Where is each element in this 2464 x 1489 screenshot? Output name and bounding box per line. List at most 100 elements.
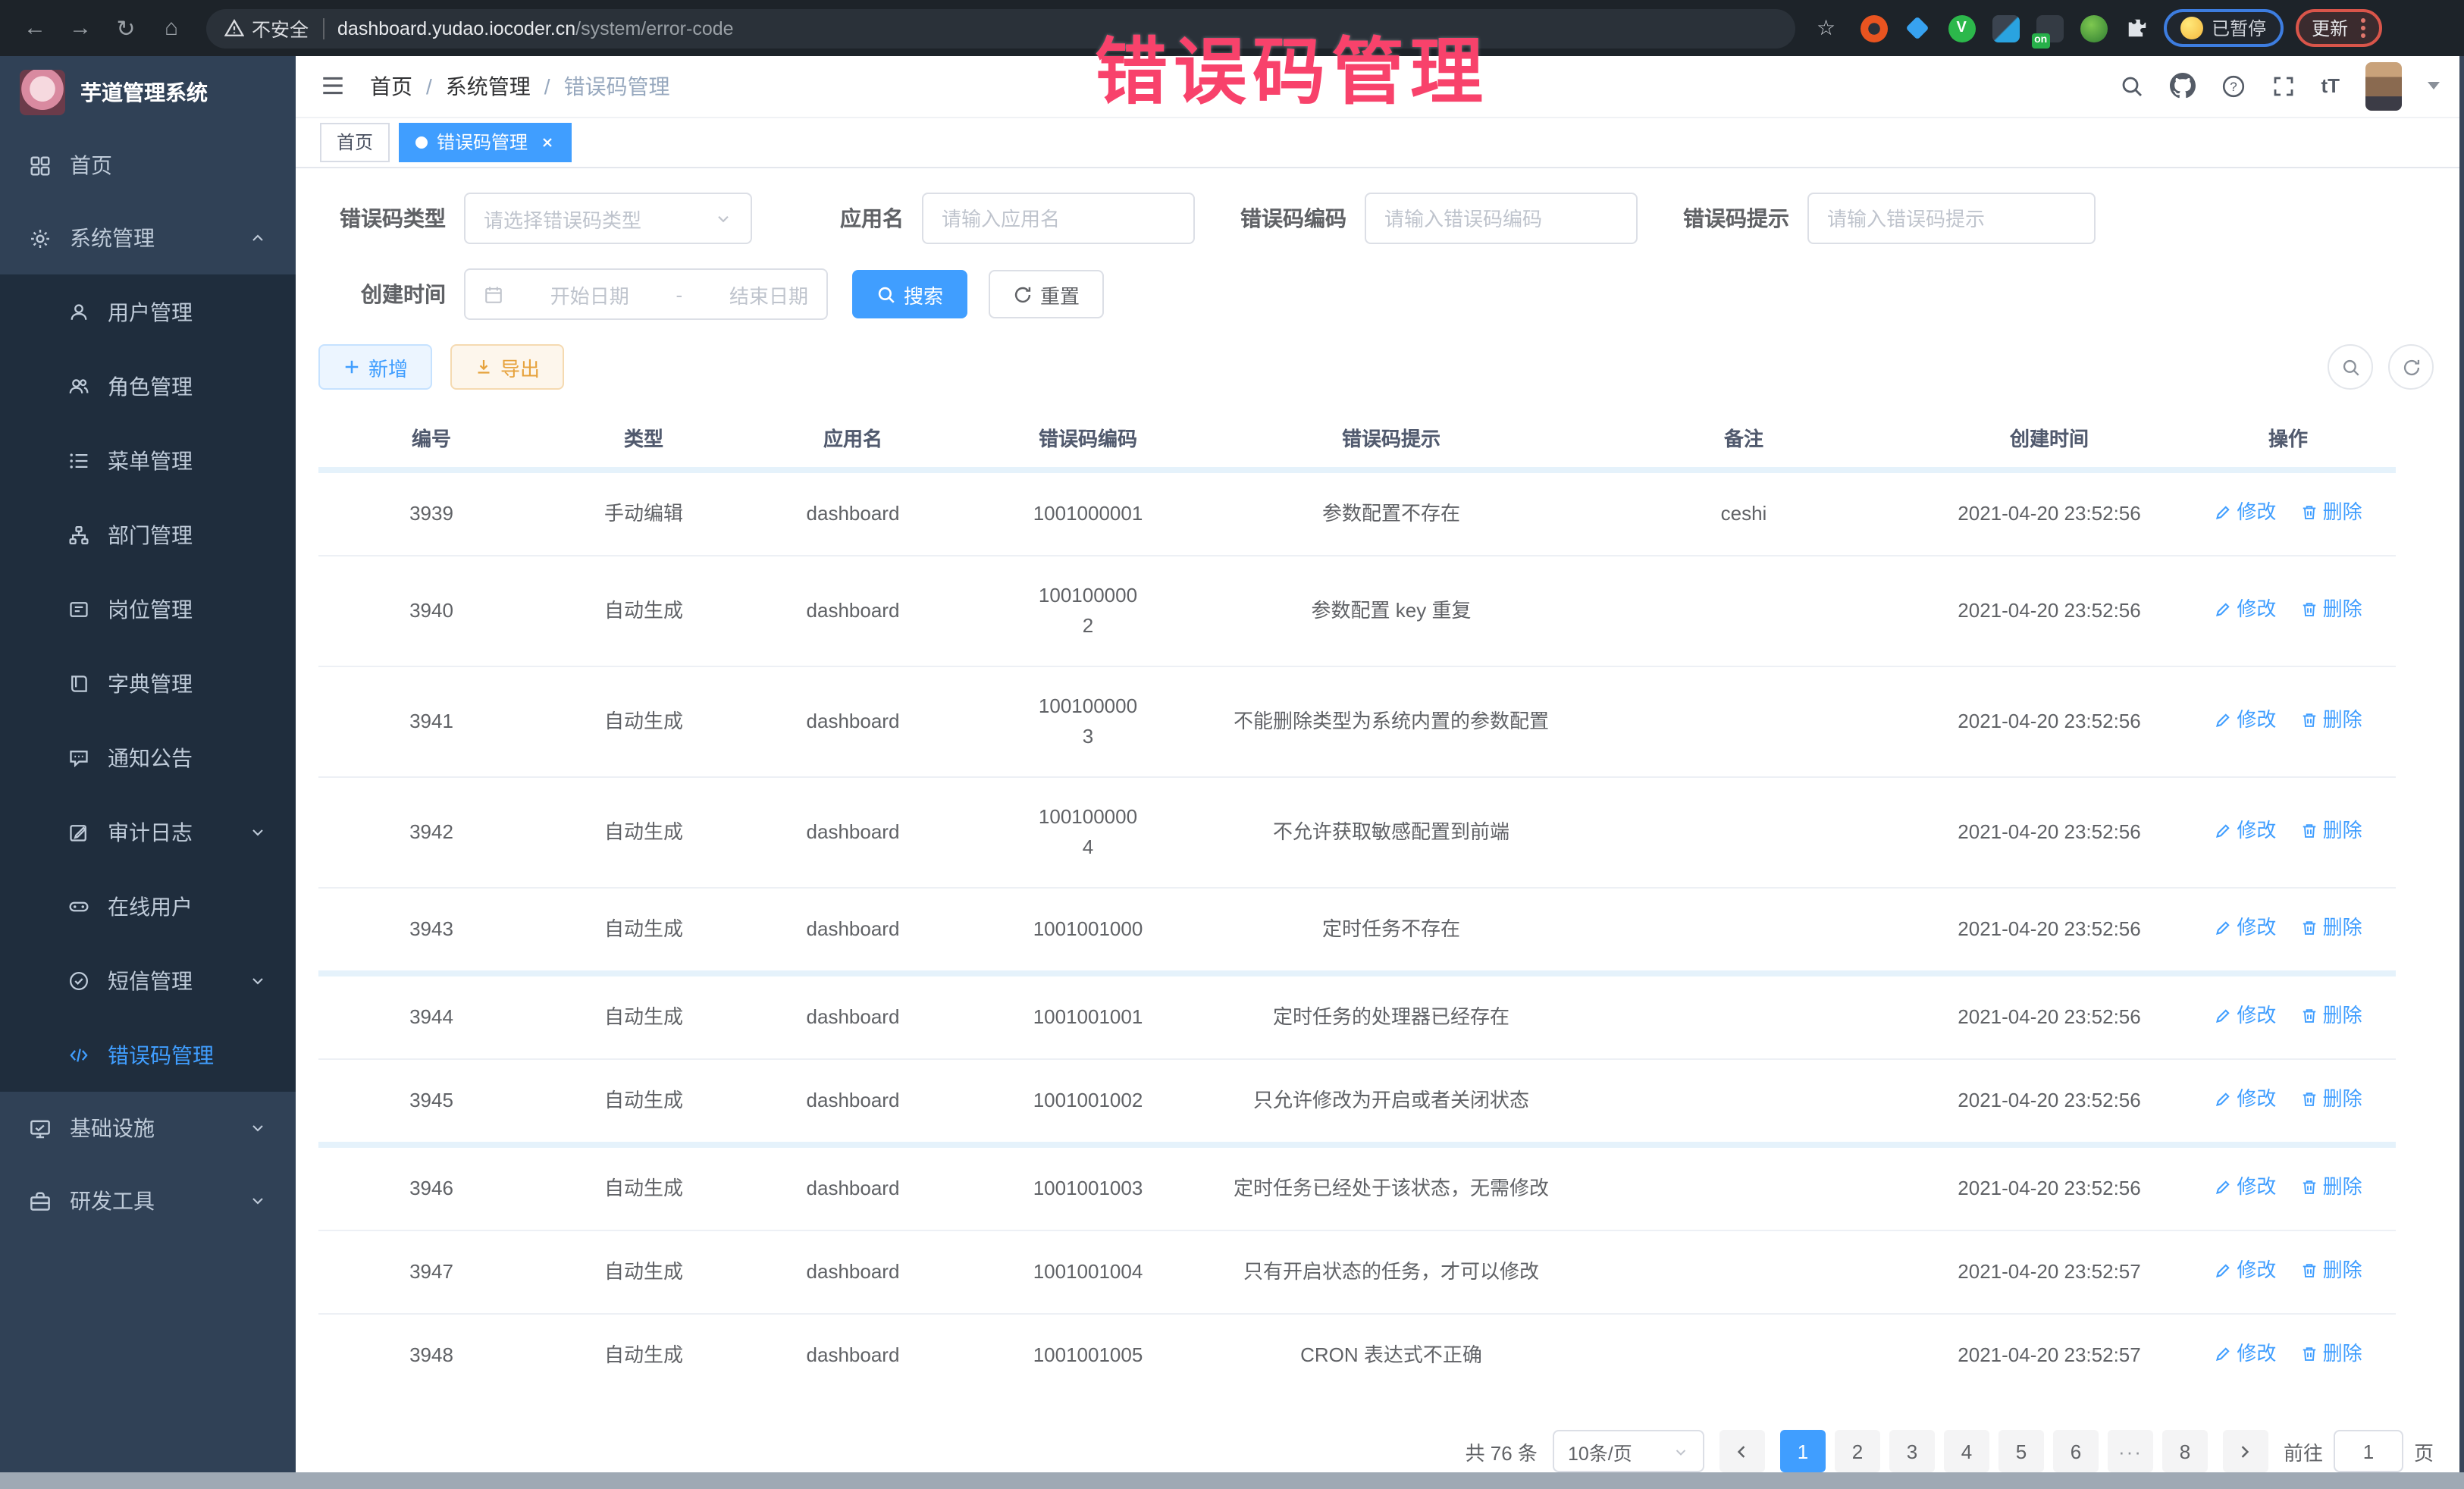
extension-green-circle-icon[interactable]: V <box>1948 14 1975 42</box>
edit-link[interactable]: 修改 <box>2214 1255 2276 1286</box>
error-code-table: 编号 类型 应用名 错误码编码 错误码提示 备注 创建时间 操作 3939 手动… <box>318 408 2396 1397</box>
sidebar-item-audit-log[interactable]: 审计日志 <box>0 795 296 869</box>
edit-link[interactable]: 修改 <box>2214 1084 2276 1114</box>
trash-icon <box>2300 1178 2318 1196</box>
trash-icon <box>2300 503 2318 522</box>
security-chip[interactable]: 不安全 <box>224 14 309 42</box>
extensions-puzzle-icon[interactable] <box>2124 14 2151 42</box>
tab-home[interactable]: 首页 <box>320 123 390 162</box>
user-avatar[interactable] <box>2365 62 2402 111</box>
github-icon[interactable] <box>2169 74 2195 99</box>
sidebar-item-notice[interactable]: 通知公告 <box>0 720 296 795</box>
address-bar[interactable]: 不安全 dashboard.yudao.iocoder.cn/system/er… <box>206 8 1795 48</box>
help-icon[interactable]: ? <box>2221 74 2245 99</box>
font-size-icon[interactable]: tT <box>2321 75 2340 98</box>
delete-link[interactable]: 删除 <box>2300 816 2362 846</box>
show-search-toggle-icon[interactable] <box>2328 344 2373 390</box>
browser-back-icon[interactable]: ← <box>15 8 55 48</box>
error-msg-input[interactable] <box>1807 193 2096 244</box>
sidebar-item-menus[interactable]: 菜单管理 <box>0 423 296 497</box>
edit-link[interactable]: 修改 <box>2214 1172 2276 1202</box>
browser-home-icon[interactable]: ⌂ <box>152 8 191 48</box>
edit-link[interactable]: 修改 <box>2214 1001 2276 1031</box>
sidebar-item-online-users[interactable]: 在线用户 <box>0 869 296 943</box>
jump-page-input[interactable] <box>2334 1430 2403 1472</box>
profile-paused-badge[interactable]: 已暂停 <box>2163 9 2283 47</box>
refresh-table-icon[interactable] <box>2388 344 2434 390</box>
edit-link[interactable]: 修改 <box>2214 1339 2276 1369</box>
sidebar-item-system[interactable]: 系统管理 <box>0 202 296 274</box>
cell-type: 自动生成 <box>544 666 743 777</box>
sidebar-item-posts[interactable]: 岗位管理 <box>0 572 296 646</box>
pager-page-5[interactable]: 5 <box>1998 1430 2044 1472</box>
sidebar-item-sms[interactable]: 短信管理 <box>0 943 296 1017</box>
sidebar-item-devtools[interactable]: 研发工具 <box>0 1165 296 1237</box>
delete-link[interactable]: 删除 <box>2300 1255 2362 1286</box>
edit-link[interactable]: 修改 <box>2214 913 2276 943</box>
total-count: 共 76 条 <box>1466 1437 1538 1465</box>
edit-link[interactable]: 修改 <box>2214 497 2276 528</box>
delete-link[interactable]: 删除 <box>2300 497 2362 528</box>
window-right-edge <box>2459 56 2464 1472</box>
browser-reload-icon[interactable]: ↻ <box>106 8 146 48</box>
user-icon <box>68 301 89 322</box>
delete-link[interactable]: 删除 <box>2300 594 2362 625</box>
delete-link[interactable]: 删除 <box>2300 1001 2362 1031</box>
sidebar-toggle-icon[interactable] <box>320 74 346 99</box>
search-button[interactable]: 搜索 <box>852 270 967 318</box>
browser-update-button[interactable]: 更新 <box>2295 9 2381 47</box>
reset-button[interactable]: 重置 <box>989 270 1104 318</box>
delete-link[interactable]: 删除 <box>2300 1084 2362 1114</box>
fullscreen-icon[interactable] <box>2271 74 2295 99</box>
delete-link[interactable]: 删除 <box>2300 1172 2362 1202</box>
browser-forward-icon[interactable]: → <box>61 8 100 48</box>
delete-link[interactable]: 删除 <box>2300 1339 2362 1369</box>
extension-orange-ring-icon[interactable] <box>1860 14 1887 42</box>
extension-green-leaf-icon[interactable] <box>2080 14 2107 42</box>
pager-ellipsis[interactable]: ··· <box>2108 1430 2153 1472</box>
sidebar: 芋道管理系统 首页 系统管理 用户管理 角色管理 <box>0 56 296 1472</box>
tab-error-code[interactable]: 错误码管理 <box>399 123 572 162</box>
extension-blue-gem-icon[interactable] <box>1904 14 1931 42</box>
edit-link[interactable]: 修改 <box>2214 816 2276 846</box>
search-icon[interactable] <box>2119 74 2143 99</box>
bookmark-star-icon[interactable]: ☆ <box>1817 15 1835 41</box>
add-button[interactable]: 新增 <box>318 344 432 390</box>
edit-link[interactable]: 修改 <box>2214 594 2276 625</box>
pager-prev-button[interactable] <box>1719 1430 1765 1472</box>
edit-link[interactable]: 修改 <box>2214 705 2276 735</box>
pager-page-2[interactable]: 2 <box>1835 1430 1880 1472</box>
pager-page-8[interactable]: 8 <box>2162 1430 2208 1472</box>
pager-page-4[interactable]: 4 <box>1944 1430 1989 1472</box>
trash-icon <box>2300 600 2318 619</box>
browser-menu-icon[interactable] <box>2360 18 2365 38</box>
app-name-input[interactable] <box>922 193 1195 244</box>
delete-link[interactable]: 删除 <box>2300 913 2362 943</box>
system-submenu: 用户管理 角色管理 菜单管理 部门管理 岗位管理 <box>0 274 296 1092</box>
error-code-input[interactable] <box>1365 193 1638 244</box>
sidebar-item-dict[interactable]: 字典管理 <box>0 646 296 720</box>
sidebar-item-home[interactable]: 首页 <box>0 129 296 202</box>
pager-next-button[interactable] <box>2223 1430 2268 1472</box>
tab-close-icon[interactable] <box>540 135 555 150</box>
pager-page-6[interactable]: 6 <box>2053 1430 2099 1472</box>
error-type-select[interactable]: 请选择错误码类型 <box>464 193 752 244</box>
page-size-select[interactable]: 10条/页 <box>1553 1430 1704 1472</box>
pager-page-3[interactable]: 3 <box>1889 1430 1935 1472</box>
avatar-caret-icon[interactable] <box>2428 83 2440 90</box>
cell-id: 3943 <box>318 888 544 973</box>
pager-page-1[interactable]: 1 <box>1780 1430 1826 1472</box>
sidebar-item-users[interactable]: 用户管理 <box>0 274 296 349</box>
sidebar-item-infrastructure[interactable]: 基础设施 <box>0 1092 296 1165</box>
delete-link[interactable]: 删除 <box>2300 705 2362 735</box>
sidebar-item-departments[interactable]: 部门管理 <box>0 497 296 572</box>
cell-msg: 不允许获取敏感配置到前端 <box>1213 777 1569 888</box>
breadcrumb-system[interactable]: 系统管理 <box>446 71 531 102</box>
breadcrumb-home[interactable]: 首页 <box>370 71 412 102</box>
date-range-picker[interactable]: 开始日期 - 结束日期 <box>464 268 828 320</box>
extension-grid-icon[interactable] <box>1992 14 2019 42</box>
sidebar-item-roles[interactable]: 角色管理 <box>0 349 296 423</box>
extension-switch-icon[interactable]: on <box>2036 14 2063 42</box>
export-button[interactable]: 导出 <box>450 344 564 390</box>
sidebar-item-error-code[interactable]: 错误码管理 <box>0 1017 296 1092</box>
